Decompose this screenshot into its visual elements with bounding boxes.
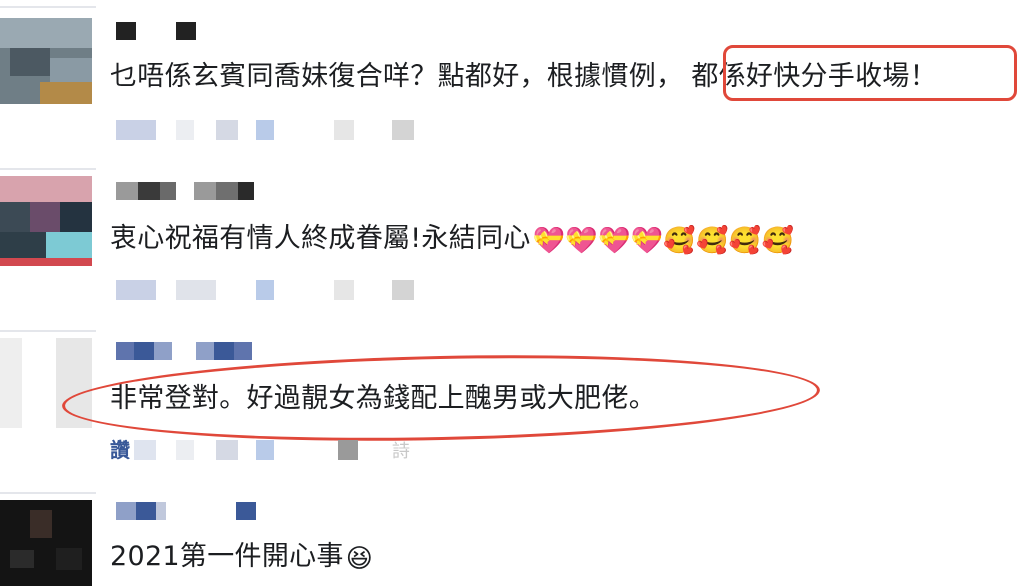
avatar-photo: [0, 176, 92, 202]
comment-actions-redacted[interactable]: [116, 120, 426, 140]
commenter-name-redacted[interactable]: [116, 502, 256, 520]
smiling-hearts-face-icon: 🥰: [663, 226, 697, 256]
avatar[interactable]: [0, 18, 92, 104]
commenter-name-redacted[interactable]: [116, 342, 252, 360]
commenter-name-redacted[interactable]: [116, 22, 196, 40]
comment-actions-redacted[interactable]: [116, 280, 426, 300]
divider: [0, 492, 96, 494]
avatar-photo: [0, 258, 92, 266]
commenter-name-redacted[interactable]: [116, 182, 254, 200]
avatar-silhouette: [0, 338, 22, 428]
emoji-sequence: 💝💝💝💝🥰🥰🥰🥰: [532, 223, 795, 256]
highlight-annotation-box: [723, 45, 1017, 101]
comment-thread: 乜唔係玄賓同喬妹復合咩？點都好，根據慣例， 都係好快分手收場！ 衷心祝福有情人終成…: [0, 0, 1028, 586]
avatar-photo: [46, 232, 92, 258]
avatar-photo: [50, 58, 92, 84]
avatar-photo: [0, 18, 92, 48]
comment-text-main: 衷心祝福有情人終成眷屬!永結同心: [110, 223, 531, 254]
avatar-photo: [10, 48, 50, 76]
smiling-hearts-face-icon: 🥰: [761, 226, 795, 256]
reply-link-partial[interactable]: 詩: [392, 442, 410, 462]
heart-gift-icon: 💝: [532, 226, 566, 256]
avatar-photo: [30, 202, 60, 232]
smiling-hearts-face-icon: 🥰: [728, 226, 762, 256]
comment-actions-redacted[interactable]: [134, 440, 414, 460]
smiling-hearts-face-icon: 🥰: [696, 226, 729, 256]
avatar-photo: [56, 548, 82, 570]
avatar[interactable]: [0, 176, 92, 266]
comment-text: 衷心祝福有情人終成眷屬!永結同心💝💝💝💝🥰🥰🥰🥰: [110, 222, 794, 256]
like-link[interactable]: 讚: [110, 440, 130, 460]
comment-text: 2021第一件開心事😆: [110, 540, 373, 574]
avatar[interactable]: [0, 500, 92, 586]
heart-gift-icon: 💝: [598, 226, 631, 256]
heart-gift-icon: 💝: [630, 226, 664, 256]
divider: [0, 168, 96, 170]
heart-gift-icon: 💝: [565, 226, 598, 256]
comment-text-main: 2021第一件開心事: [110, 541, 344, 572]
oval-annotation: [61, 348, 821, 448]
avatar-photo: [30, 510, 52, 538]
comment-text-main: 乜唔係玄賓同喬妹復合咩？點都好，根據慣例，: [110, 61, 684, 92]
avatar-photo: [0, 232, 46, 258]
divider: [0, 6, 96, 8]
avatar-photo: [10, 550, 34, 568]
grinning-squinting-face-icon: 😆: [345, 544, 374, 574]
divider: [0, 330, 96, 332]
avatar-photo: [60, 202, 92, 232]
avatar-photo: [0, 202, 30, 232]
avatar-photo: [40, 82, 92, 104]
